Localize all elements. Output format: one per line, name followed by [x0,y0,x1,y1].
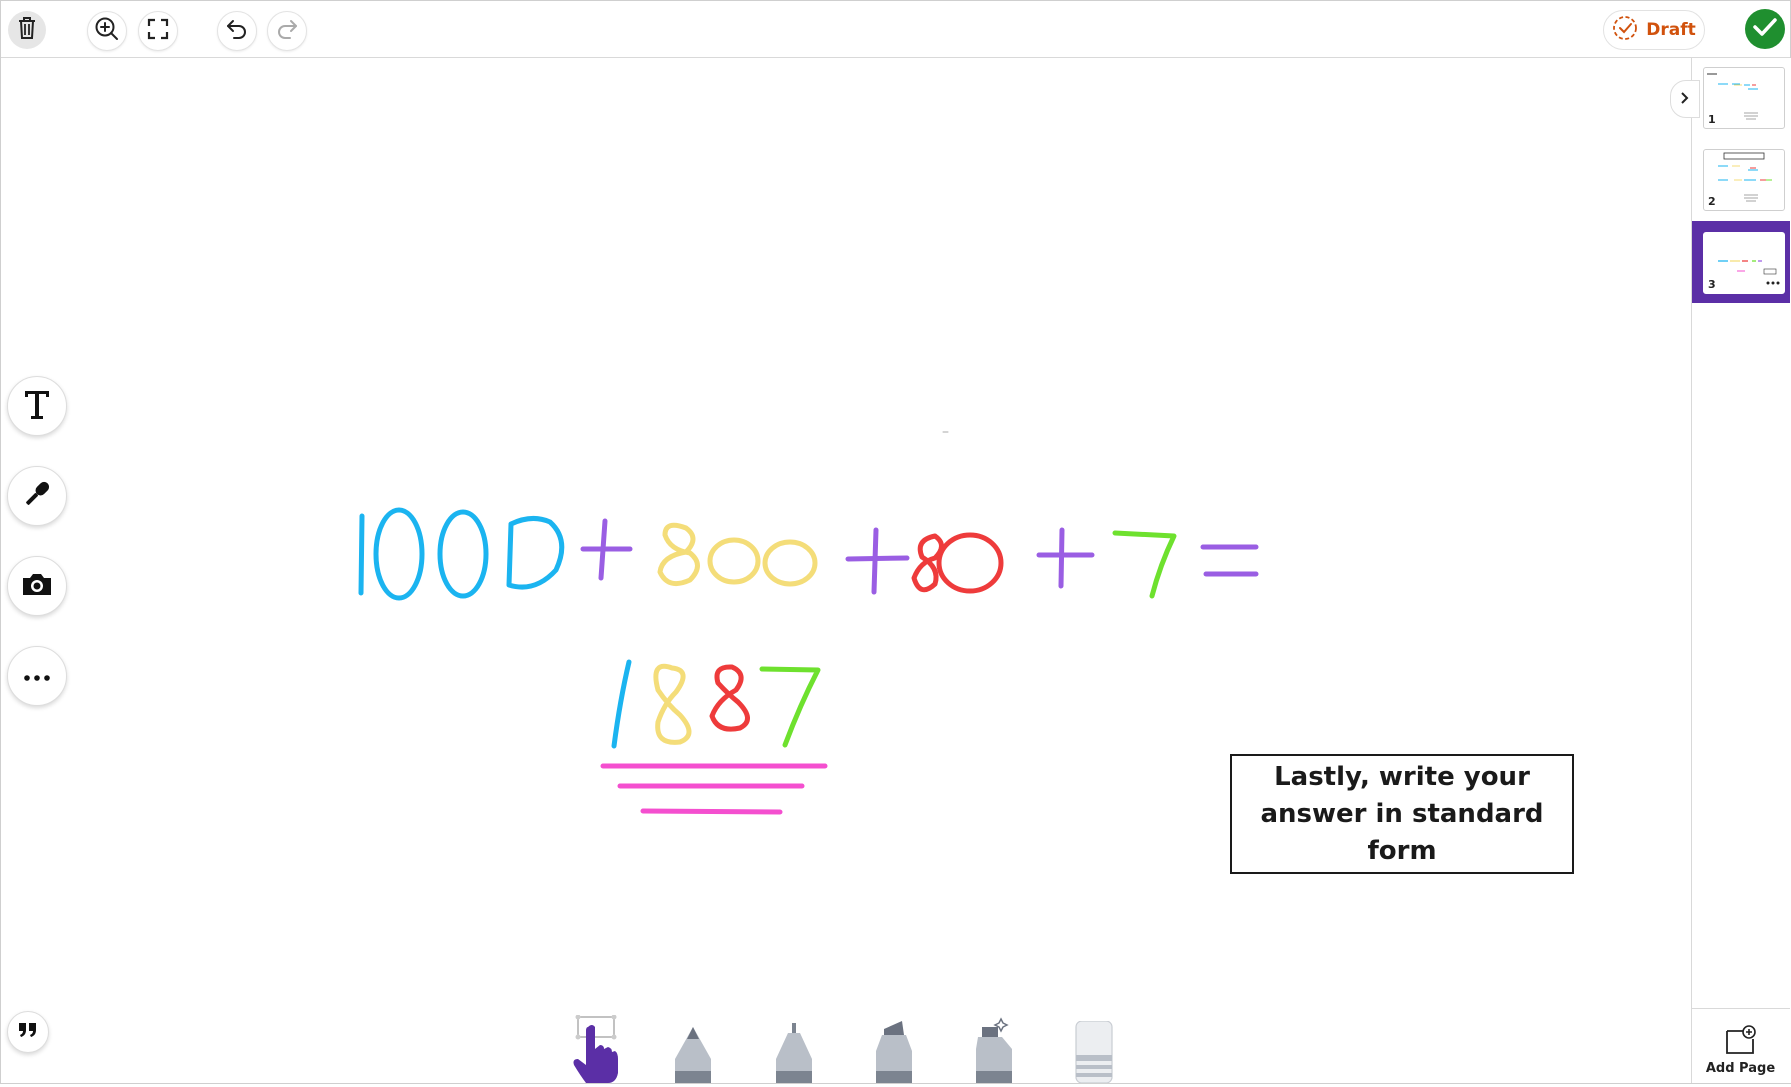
highlighter-icon [976,1017,1012,1083]
marker-icon [876,1021,912,1083]
ink-1887 [611,659,821,749]
ink-plus-2 [845,527,910,595]
chevron-right-icon [1680,90,1690,109]
pen-tool[interactable] [774,1023,814,1083]
add-page-icon [1725,1025,1757,1059]
page-thumbnail-3[interactable]: 3 [1703,232,1785,294]
ink-plus-1 [580,518,633,581]
eraser-icon [1075,1020,1113,1084]
pencil-icon [675,1027,711,1083]
ink-equals [1200,544,1259,577]
add-page-label: Add Page [1705,1061,1776,1076]
page-thumbnail-3-selected[interactable]: 3 [1692,221,1790,303]
collapse-panel-button[interactable] [1670,80,1700,118]
drawing-canvas[interactable] [0,0,1691,1084]
ink-underlines [600,763,828,815]
page-thumbnail-1[interactable]: 1 [1703,67,1785,129]
instruction-text: Lastly, write your answer in standard fo… [1260,761,1544,866]
eraser-tool[interactable] [1074,1020,1114,1084]
ink-80 [911,532,1004,594]
hand-pointer-tool[interactable] [568,1014,618,1083]
pencil-tool[interactable] [673,1025,713,1083]
ink-7 [1112,530,1177,599]
highlighter-tool[interactable] [974,1017,1014,1083]
ink-1000 [358,507,565,601]
ink-plus-3 [1036,527,1095,589]
page-number: 2 [1708,195,1716,208]
page-number: 1 [1708,113,1716,126]
submit-button[interactable] [1745,9,1785,49]
thumbnail-preview [1718,152,1772,202]
add-page-button[interactable]: Add Page [1691,1008,1790,1084]
pen-tray [560,1014,1120,1084]
pen-icon [776,1023,812,1083]
page-number: 3 [1708,278,1716,291]
page-thumbnail-2[interactable]: 2 [1703,149,1785,211]
ink-800 [657,522,818,587]
marker-tool[interactable] [874,1021,914,1083]
thumbnail-preview [1707,73,1758,120]
page-options-icon[interactable] [1766,270,1780,289]
done-check-icon [1752,16,1778,42]
pages-panel [1691,58,1791,1083]
hand-pointer-icon [573,1014,618,1083]
instruction-text-box[interactable]: Lastly, write your answer in standard fo… [1230,754,1574,874]
